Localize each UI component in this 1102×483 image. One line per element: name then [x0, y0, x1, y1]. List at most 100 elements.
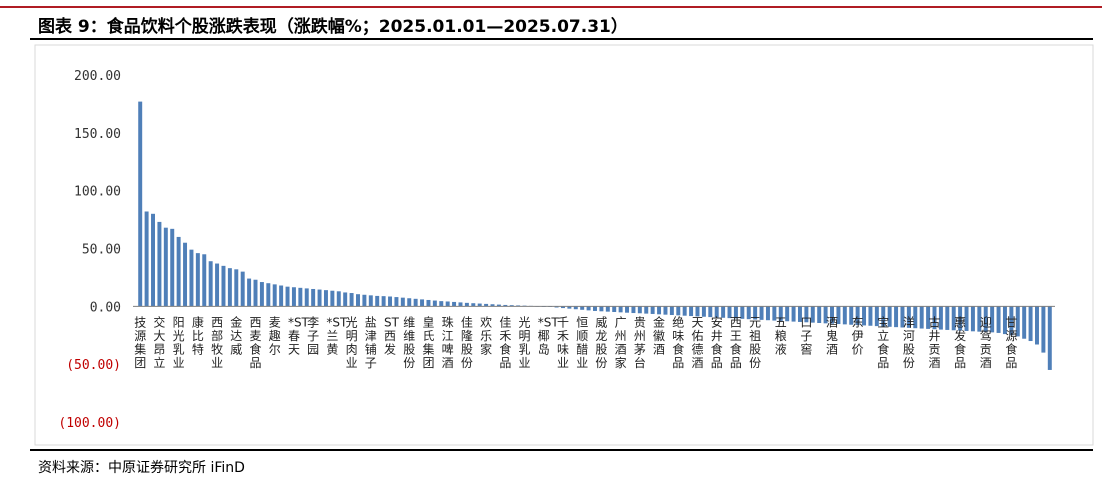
y-tick-label: 50.00 — [82, 243, 121, 258]
bar — [458, 302, 463, 307]
x-tick-label: 口子窖 — [800, 315, 812, 356]
bar — [644, 306, 649, 314]
bar — [445, 301, 450, 307]
bar — [368, 295, 373, 307]
x-tick-label: 千禾味业 — [557, 315, 569, 370]
x-tick-label: 佳隆股份 — [461, 315, 473, 370]
bar — [311, 288, 316, 307]
bar — [599, 306, 604, 312]
bar — [336, 291, 341, 307]
bar — [637, 306, 642, 314]
bar — [413, 298, 418, 307]
x-tick-label: 李子园 — [307, 314, 319, 356]
bar — [343, 292, 348, 307]
bar — [1047, 306, 1052, 370]
bar — [919, 306, 924, 329]
x-tick-label: 惠发食品 — [954, 315, 966, 370]
bar — [464, 302, 469, 307]
x-tick-label: 阳光乳业 — [173, 315, 185, 370]
x-tick-label: 技源集团 — [134, 315, 146, 370]
bar — [259, 282, 264, 307]
bar — [183, 242, 188, 307]
y-tick-label: 150.00 — [74, 127, 121, 142]
x-tick-label: 康比特 — [192, 314, 204, 356]
bar — [580, 306, 585, 310]
y-tick-label: (100.00) — [58, 416, 121, 431]
source-note: 资料来源：中原证券研究所 iFinD — [38, 460, 245, 476]
x-tick-label: 迎驾贡酒 — [980, 315, 992, 370]
bar — [202, 254, 207, 307]
x-tick-label: 金徽酒 — [653, 314, 665, 356]
bar — [240, 271, 245, 307]
x-tick-label: 恒顺醋业 — [576, 315, 588, 370]
x-tick-label: ST 西发 — [384, 315, 400, 356]
bar — [676, 306, 681, 316]
bar — [682, 306, 687, 316]
x-tick-label: 光明肉业 — [346, 315, 358, 370]
bar — [791, 306, 796, 322]
x-tick-label: 维维股份 — [403, 315, 415, 370]
bar — [285, 286, 290, 307]
bar — [272, 284, 277, 307]
x-tick-label: 甘源食品 — [1005, 315, 1017, 370]
x-tick-label: 洋河股份 — [903, 314, 915, 370]
bar — [356, 294, 360, 307]
x-tick-label: 交大昂立 — [153, 314, 165, 370]
bar — [362, 294, 367, 307]
bar — [420, 299, 425, 307]
bar — [247, 278, 252, 307]
x-tick-label: 广州酒家 — [615, 315, 627, 370]
x-tick-label: 绝味食品 — [672, 314, 684, 370]
bar — [157, 221, 162, 307]
bar — [894, 306, 899, 328]
bar — [400, 297, 405, 307]
y-tick-label: (50.00) — [66, 358, 121, 373]
bar — [439, 301, 444, 307]
x-tick-label: 欢乐家 — [480, 314, 492, 356]
bar — [1041, 306, 1046, 353]
bar — [279, 285, 284, 307]
x-tick-label: 麦趣尔 — [269, 315, 281, 356]
x-tick-label: 酒鬼酒 — [826, 315, 838, 356]
bar — [317, 289, 322, 307]
x-tick-label: 珠江啤酒 — [442, 315, 454, 370]
bar — [375, 295, 380, 307]
x-tick-label: 皇氏集团 — [422, 315, 434, 370]
bar — [426, 299, 431, 307]
bar — [215, 263, 220, 307]
bar — [817, 306, 822, 323]
bar — [970, 306, 975, 332]
bar — [170, 228, 175, 307]
x-tick-label: 宝立食品 — [877, 315, 889, 370]
bar — [323, 290, 328, 307]
bar — [669, 306, 674, 316]
bar — [765, 306, 770, 321]
bar — [227, 268, 232, 307]
bar — [394, 297, 399, 307]
bar — [407, 298, 412, 307]
bar — [1035, 306, 1039, 345]
bar — [650, 306, 655, 314]
bar — [253, 279, 258, 307]
x-axis-labels: 技源集团交大昂立阳光乳业康比特西部牧业金达威西麦食品麦趣尔*ST 春天李子园*ST… — [134, 314, 1017, 370]
bar — [868, 306, 873, 326]
bar — [151, 213, 155, 307]
x-tick-label: 五粮液 — [775, 315, 787, 356]
x-tick-label: 威龙股份 — [595, 315, 607, 370]
y-tick-label: 0.00 — [90, 300, 121, 315]
bar — [291, 287, 296, 307]
bar — [432, 300, 437, 307]
x-tick-label: 金达威 — [230, 314, 242, 356]
y-tick-label: 200.00 — [74, 69, 121, 84]
bar — [304, 288, 309, 307]
bar — [842, 306, 847, 325]
bar — [593, 306, 597, 311]
bar — [625, 306, 630, 313]
bar — [1022, 306, 1027, 339]
bar — [612, 306, 617, 312]
bar — [945, 306, 950, 330]
bar — [452, 301, 457, 307]
bar — [208, 261, 213, 307]
x-tick-label: 元祖股份 — [749, 315, 761, 370]
bar — [163, 227, 168, 307]
